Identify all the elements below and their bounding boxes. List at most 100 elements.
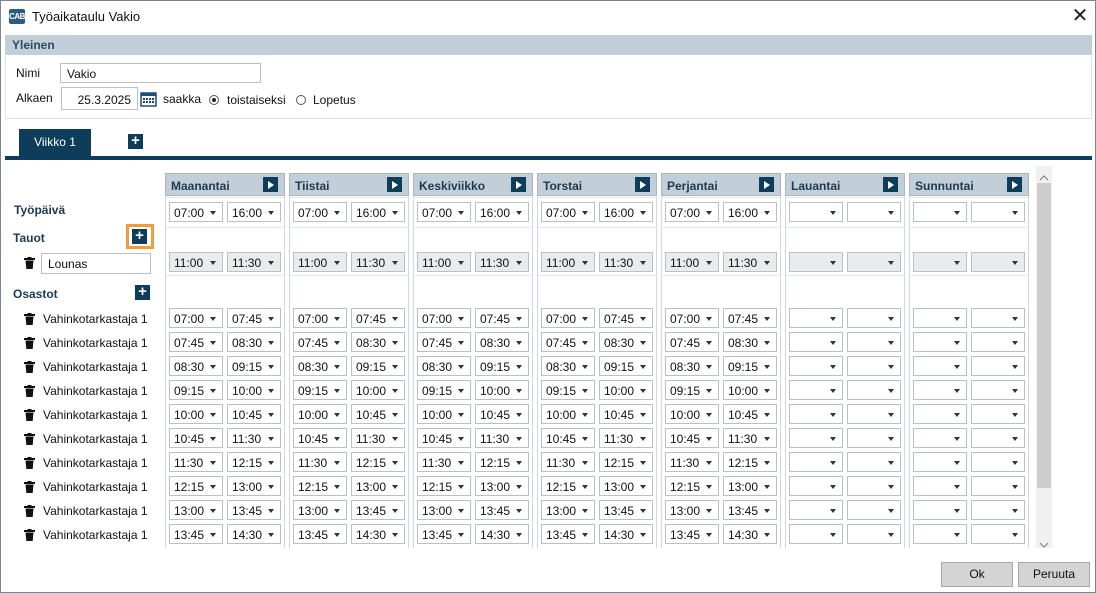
workday-end-select[interactable] bbox=[971, 202, 1025, 222]
workday-start-select[interactable] bbox=[789, 202, 843, 222]
department-start-select[interactable] bbox=[913, 476, 967, 496]
department-end-select[interactable]: 11:30 bbox=[227, 428, 281, 448]
department-start-select[interactable]: 13:45 bbox=[541, 524, 595, 544]
department-end-select[interactable] bbox=[847, 308, 901, 328]
department-start-select[interactable]: 13:00 bbox=[665, 500, 719, 520]
tab-week-1[interactable]: Viikko 1 bbox=[19, 129, 91, 156]
break-start-select[interactable] bbox=[789, 252, 843, 272]
department-start-select[interactable]: 10:45 bbox=[293, 428, 347, 448]
calendar-icon[interactable] bbox=[140, 91, 157, 107]
radio-until-further[interactable] bbox=[209, 95, 219, 105]
break-start-select[interactable]: 11:00 bbox=[169, 252, 223, 272]
department-start-select[interactable]: 08:30 bbox=[293, 356, 347, 376]
department-start-select[interactable] bbox=[913, 452, 967, 472]
add-week-button[interactable]: + bbox=[128, 133, 143, 149]
break-start-select[interactable]: 11:00 bbox=[665, 252, 719, 272]
department-end-select[interactable]: 08:30 bbox=[475, 332, 529, 352]
copy-day-arrow-icon[interactable] bbox=[759, 177, 774, 192]
scrollbar-thumb[interactable] bbox=[1037, 183, 1051, 488]
department-end-select[interactable] bbox=[847, 452, 901, 472]
department-start-select[interactable]: 09:15 bbox=[665, 380, 719, 400]
department-end-select[interactable]: 08:30 bbox=[227, 332, 281, 352]
department-start-select[interactable]: 09:15 bbox=[541, 380, 595, 400]
department-start-select[interactable]: 11:30 bbox=[541, 452, 595, 472]
department-end-select[interactable]: 07:45 bbox=[351, 308, 405, 328]
delete-department-icon[interactable] bbox=[24, 457, 35, 469]
department-end-select[interactable]: 10:00 bbox=[351, 380, 405, 400]
cancel-button[interactable]: Peruuta bbox=[1018, 562, 1090, 587]
department-end-select[interactable]: 07:45 bbox=[227, 308, 281, 328]
department-end-select[interactable] bbox=[971, 404, 1025, 424]
department-end-select[interactable] bbox=[847, 428, 901, 448]
department-start-select[interactable]: 11:30 bbox=[293, 452, 347, 472]
department-start-select[interactable]: 12:15 bbox=[293, 476, 347, 496]
department-start-select[interactable]: 10:00 bbox=[541, 404, 595, 424]
break-start-select[interactable]: 11:00 bbox=[541, 252, 595, 272]
department-end-select[interactable]: 12:15 bbox=[723, 452, 777, 472]
workday-start-select[interactable] bbox=[913, 202, 967, 222]
department-start-select[interactable]: 10:45 bbox=[665, 428, 719, 448]
department-end-select[interactable]: 11:30 bbox=[475, 428, 529, 448]
close-icon[interactable]: ✕ bbox=[1068, 4, 1092, 28]
delete-department-icon[interactable] bbox=[24, 337, 35, 349]
department-start-select[interactable]: 10:45 bbox=[417, 428, 471, 448]
department-end-select[interactable] bbox=[847, 380, 901, 400]
department-end-select[interactable] bbox=[971, 476, 1025, 496]
break-start-select[interactable] bbox=[913, 252, 967, 272]
department-start-select[interactable]: 08:30 bbox=[665, 356, 719, 376]
department-start-select[interactable]: 13:00 bbox=[169, 500, 223, 520]
copy-day-arrow-icon[interactable] bbox=[387, 177, 402, 192]
department-end-select[interactable]: 11:30 bbox=[351, 428, 405, 448]
department-end-select[interactable]: 09:15 bbox=[227, 356, 281, 376]
ok-button[interactable]: Ok bbox=[941, 562, 1013, 587]
department-end-select[interactable]: 10:45 bbox=[599, 404, 653, 424]
workday-end-select[interactable] bbox=[847, 202, 901, 222]
department-start-select[interactable]: 07:45 bbox=[541, 332, 595, 352]
department-end-select[interactable]: 12:15 bbox=[351, 452, 405, 472]
break-end-select[interactable]: 11:30 bbox=[599, 252, 653, 272]
department-end-select[interactable]: 13:45 bbox=[351, 500, 405, 520]
department-start-select[interactable]: 10:45 bbox=[169, 428, 223, 448]
department-start-select[interactable]: 11:30 bbox=[169, 452, 223, 472]
department-end-select[interactable]: 13:45 bbox=[227, 500, 281, 520]
department-end-select[interactable]: 13:00 bbox=[227, 476, 281, 496]
delete-department-icon[interactable] bbox=[24, 313, 35, 325]
break-end-select[interactable] bbox=[971, 252, 1025, 272]
break-end-select[interactable]: 11:30 bbox=[723, 252, 777, 272]
workday-end-select[interactable]: 16:00 bbox=[599, 202, 653, 222]
department-start-select[interactable]: 10:00 bbox=[417, 404, 471, 424]
delete-department-icon[interactable] bbox=[24, 385, 35, 397]
department-end-select[interactable]: 13:45 bbox=[723, 500, 777, 520]
delete-department-icon[interactable] bbox=[24, 481, 35, 493]
department-start-select[interactable] bbox=[913, 524, 967, 544]
scroll-up-icon[interactable] bbox=[1039, 170, 1049, 181]
department-start-select[interactable]: 07:45 bbox=[665, 332, 719, 352]
department-end-select[interactable] bbox=[971, 332, 1025, 352]
department-start-select[interactable]: 07:00 bbox=[293, 308, 347, 328]
department-end-select[interactable] bbox=[971, 380, 1025, 400]
break-end-select[interactable]: 11:30 bbox=[227, 252, 281, 272]
department-start-select[interactable]: 11:30 bbox=[665, 452, 719, 472]
radio-end[interactable] bbox=[296, 95, 306, 105]
department-end-select[interactable]: 13:00 bbox=[351, 476, 405, 496]
department-start-select[interactable] bbox=[789, 308, 843, 328]
department-end-select[interactable] bbox=[971, 428, 1025, 448]
delete-department-icon[interactable] bbox=[24, 361, 35, 373]
department-start-select[interactable] bbox=[789, 452, 843, 472]
copy-day-arrow-icon[interactable] bbox=[1007, 177, 1022, 192]
department-end-select[interactable]: 07:45 bbox=[475, 308, 529, 328]
department-start-select[interactable]: 07:45 bbox=[417, 332, 471, 352]
break-end-select[interactable]: 11:30 bbox=[475, 252, 529, 272]
department-start-select[interactable]: 12:15 bbox=[417, 476, 471, 496]
department-end-select[interactable]: 10:00 bbox=[227, 380, 281, 400]
copy-day-arrow-icon[interactable] bbox=[511, 177, 526, 192]
department-end-select[interactable] bbox=[847, 500, 901, 520]
workday-start-select[interactable]: 07:00 bbox=[541, 202, 595, 222]
department-start-select[interactable] bbox=[913, 332, 967, 352]
department-end-select[interactable]: 08:30 bbox=[723, 332, 777, 352]
department-end-select[interactable]: 10:00 bbox=[723, 380, 777, 400]
department-start-select[interactable]: 13:45 bbox=[293, 524, 347, 544]
department-start-select[interactable]: 13:00 bbox=[417, 500, 471, 520]
department-start-select[interactable] bbox=[913, 308, 967, 328]
department-start-select[interactable]: 12:15 bbox=[665, 476, 719, 496]
